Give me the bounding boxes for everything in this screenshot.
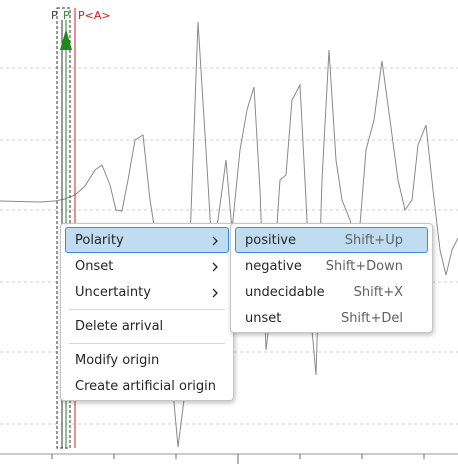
chevron-right-icon bbox=[212, 288, 218, 298]
menu-item-label: Onset bbox=[75, 259, 114, 274]
submenu-item-label: negative bbox=[245, 259, 302, 274]
menu-item-uncertainty[interactable]: Uncertainty bbox=[65, 279, 229, 305]
shortcut-label: Shift+Del bbox=[340, 311, 403, 326]
submenu-item-label: unset bbox=[245, 311, 282, 326]
time-axis-ticks bbox=[51, 454, 425, 464]
chevron-right-icon bbox=[212, 262, 218, 272]
shortcut-label: Shift+Down bbox=[325, 259, 403, 274]
menu-item-label: Delete arrival bbox=[75, 319, 164, 334]
pick-label-3: P<A> bbox=[78, 9, 111, 22]
menu-item-modify-origin[interactable]: Modify origin bbox=[65, 347, 229, 373]
menu-item-polarity[interactable]: Polarity bbox=[65, 227, 229, 253]
menu-item-create-artificial-origin[interactable]: Create artificial origin bbox=[65, 373, 229, 399]
shortcut-label: Shift+Up bbox=[344, 233, 403, 248]
context-menu: Polarity Onset Uncertainty Delete arriva… bbox=[60, 223, 234, 401]
menu-item-label: Create artificial origin bbox=[75, 379, 217, 394]
polarity-submenu: positive Shift+Up negative Shift+Down un… bbox=[230, 223, 433, 333]
submenu-item-unset[interactable]: unset Shift+Del bbox=[235, 305, 428, 331]
submenu-item-label: positive bbox=[245, 233, 296, 248]
submenu-item-label: undecidable bbox=[245, 285, 325, 300]
menu-item-label: Uncertainty bbox=[75, 285, 151, 300]
submenu-item-undecidable[interactable]: undecidable Shift+X bbox=[235, 279, 428, 305]
pick-label-1: P bbox=[51, 9, 58, 22]
pick-label-2: P bbox=[63, 9, 70, 22]
menu-item-label: Modify origin bbox=[75, 353, 160, 368]
menu-separator bbox=[69, 309, 225, 310]
chevron-right-icon bbox=[212, 236, 218, 246]
menu-item-onset[interactable]: Onset bbox=[65, 253, 229, 279]
shortcut-label: Shift+X bbox=[353, 285, 403, 300]
menu-item-label: Polarity bbox=[75, 233, 124, 248]
submenu-item-negative[interactable]: negative Shift+Down bbox=[235, 253, 428, 279]
menu-separator bbox=[69, 343, 225, 344]
menu-item-delete-arrival[interactable]: Delete arrival bbox=[65, 313, 229, 339]
submenu-item-positive[interactable]: positive Shift+Up bbox=[235, 227, 428, 253]
